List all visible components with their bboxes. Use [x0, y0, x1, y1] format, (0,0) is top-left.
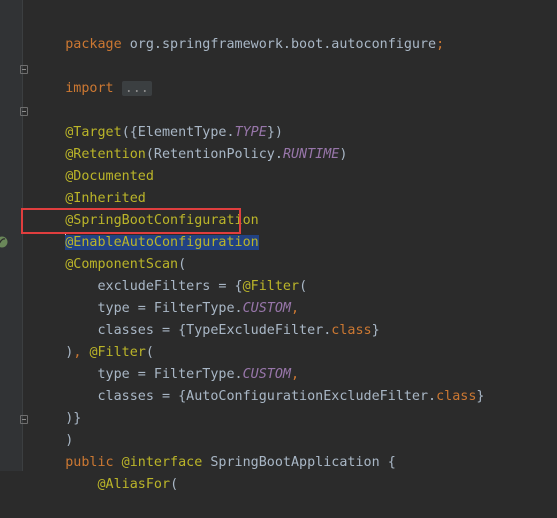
code-line-classes-2: classes = {AutoConfigurationExcludeFilte… — [33, 364, 484, 404]
code-line-excludefilters: excludeFilters = {@Filter( — [33, 254, 307, 294]
code-line-filter-2: ), @Filter( — [33, 320, 154, 360]
code-text: classes = {AutoConfigurationExcludeFilte… — [65, 389, 437, 404]
code-line-import: import ... — [33, 56, 152, 96]
code-line-classes-1: classes = {TypeExcludeFilter.class} — [33, 298, 379, 338]
keyword: package — [65, 37, 122, 52]
code-text: (RetentionPolicy. — [145, 147, 283, 162]
folded-imports[interactable]: ... — [121, 81, 152, 96]
code-line-type-1: type = FilterType.CUSTOM, — [33, 276, 299, 316]
highlight-box — [21, 208, 241, 234]
code-line-inherited: @Inherited — [33, 166, 146, 206]
code-line-springbootconfiguration: @SpringBootConfiguration — [33, 188, 258, 228]
constant: RUNTIME — [282, 147, 340, 162]
code-line-close-paren: ) — [33, 408, 73, 448]
code-line-documented: @Documented — [33, 144, 154, 184]
keyword: class — [331, 323, 372, 338]
code-text: ( — [170, 477, 179, 492]
code-line-type-2: type = FilterType.CUSTOM, — [33, 342, 299, 382]
code-text: ) — [339, 147, 348, 162]
code-text: } — [476, 389, 485, 404]
annotation: @AliasFor — [65, 477, 171, 492]
code-line-retention: @Retention(RetentionPolicy.RUNTIME) — [33, 122, 347, 162]
fold-toggle-icon[interactable] — [20, 415, 28, 424]
fold-toggle-icon[interactable] — [20, 65, 28, 74]
code-line-target: @Target({ElementType.TYPE}) — [33, 100, 283, 140]
semicolon: ; — [436, 37, 445, 52]
keyword: import — [65, 81, 114, 96]
code-line-close-brace: )} — [33, 386, 81, 426]
spring-bean-icon[interactable] — [0, 236, 8, 248]
code-text: ( — [299, 279, 308, 294]
fold-toggle-icon[interactable] — [20, 107, 28, 116]
code-text: SpringBootApplication { — [202, 455, 396, 470]
code-line-interface: public @interface SpringBootApplication … — [33, 430, 396, 470]
code-line-package: package org.springframework.boot.autocon… — [33, 12, 444, 52]
code-text: } — [371, 323, 380, 338]
code-line-componentscan: @ComponentScan( — [33, 232, 186, 272]
package-name: org.springframework.boot.autoconfigure — [121, 37, 437, 52]
keyword: class — [436, 389, 477, 404]
